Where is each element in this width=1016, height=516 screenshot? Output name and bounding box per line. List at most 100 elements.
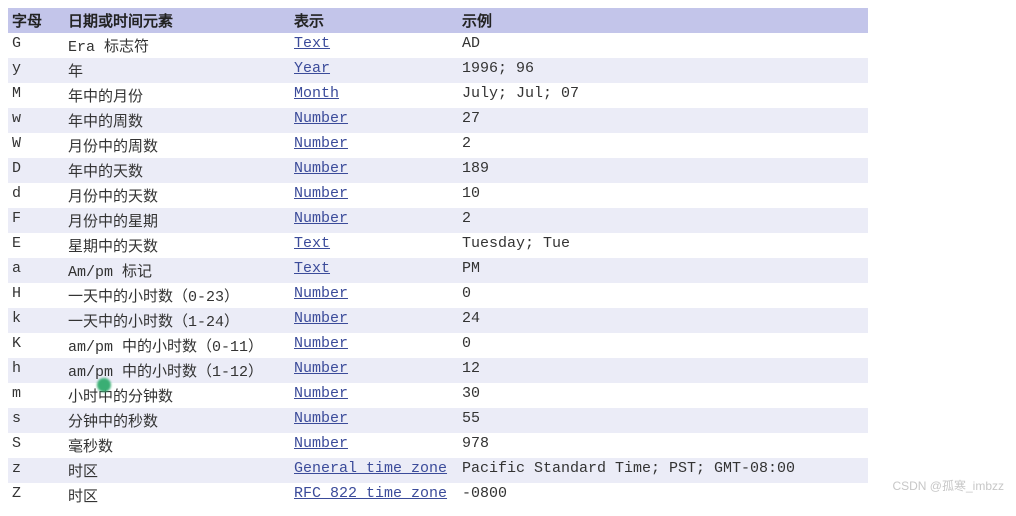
cell-letter: D	[8, 158, 64, 183]
cell-example: -0800	[458, 483, 868, 508]
cell-letter: k	[8, 308, 64, 333]
cell-letter: a	[8, 258, 64, 283]
cell-presentation: Text	[290, 258, 458, 283]
table-header-row: 字母 日期或时间元素 表示 示例	[8, 8, 868, 33]
cell-component: 年中的月份	[64, 83, 290, 108]
header-component: 日期或时间元素	[64, 8, 290, 33]
header-examples: 示例	[458, 8, 868, 33]
cell-presentation: Year	[290, 58, 458, 83]
table-row: W月份中的周数Number2	[8, 133, 868, 158]
cell-presentation: Month	[290, 83, 458, 108]
cell-component: 月份中的周数	[64, 133, 290, 158]
cell-example: 30	[458, 383, 868, 408]
cell-letter: F	[8, 208, 64, 233]
table-row: d月份中的天数Number 10	[8, 183, 868, 208]
presentation-link[interactable]: Number	[294, 385, 348, 402]
presentation-link[interactable]: Year	[294, 60, 330, 77]
cell-example: 12	[458, 358, 868, 383]
presentation-link[interactable]: Text	[294, 35, 330, 52]
cell-presentation: Number	[290, 358, 458, 383]
cell-letter: d	[8, 183, 64, 208]
table-row: Z时区RFC 822 time zone-0800	[8, 483, 868, 508]
presentation-link[interactable]: Number	[294, 285, 348, 302]
presentation-link[interactable]: Text	[294, 235, 330, 252]
cell-presentation: Number	[290, 133, 458, 158]
table-row: E星期中的天数TextTuesday; Tue	[8, 233, 868, 258]
cell-component: am/pm 中的小时数（0-11）	[64, 333, 290, 358]
table-row: Kam/pm 中的小时数（0-11）Number 0	[8, 333, 868, 358]
header-presentation: 表示	[290, 8, 458, 33]
cell-example: 189	[458, 158, 868, 183]
cell-presentation: Number	[290, 308, 458, 333]
table-row: D年中的天数Number 189	[8, 158, 868, 183]
presentation-link[interactable]: Number	[294, 310, 348, 327]
cell-component: 年中的天数	[64, 158, 290, 183]
presentation-link[interactable]: Number	[294, 110, 348, 127]
cell-letter: G	[8, 33, 64, 58]
cell-letter: s	[8, 408, 64, 433]
cell-letter: y	[8, 58, 64, 83]
cell-component: Era 标志符	[64, 33, 290, 58]
presentation-link[interactable]: Number	[294, 210, 348, 227]
presentation-link[interactable]: General time zone	[294, 460, 447, 477]
presentation-link[interactable]: Number	[294, 160, 348, 177]
cell-letter: z	[8, 458, 64, 483]
cell-letter: K	[8, 333, 64, 358]
cell-presentation: Number	[290, 108, 458, 133]
cell-component: 一天中的小时数（1-24）	[64, 308, 290, 333]
table-row: w年中的周数Number 27	[8, 108, 868, 133]
presentation-link[interactable]: RFC 822 time zone	[294, 485, 447, 502]
cell-letter: M	[8, 83, 64, 108]
cell-component: 星期中的天数	[64, 233, 290, 258]
cell-letter: W	[8, 133, 64, 158]
cell-letter: w	[8, 108, 64, 133]
cell-component: 年	[64, 58, 290, 83]
table-row: F月份中的星期Number 2	[8, 208, 868, 233]
table-row: M年中的月份Month July; Jul; 07	[8, 83, 868, 108]
table-row: s分钟中的秒数Number55	[8, 408, 868, 433]
cell-example: 24	[458, 308, 868, 333]
cell-presentation: RFC 822 time zone	[290, 483, 458, 508]
cell-example: 0	[458, 333, 868, 358]
cell-component: 月份中的星期	[64, 208, 290, 233]
cell-component: 时区	[64, 458, 290, 483]
cell-example: Pacific Standard Time; PST; GMT-08:00	[458, 458, 868, 483]
cell-presentation: Number	[290, 408, 458, 433]
cell-example: 27	[458, 108, 868, 133]
cell-presentation: Number	[290, 433, 458, 458]
cell-example: 2	[458, 208, 868, 233]
cell-presentation: Text	[290, 33, 458, 58]
table-row: aAm/pm 标记TextPM	[8, 258, 868, 283]
cell-component: 年中的周数	[64, 108, 290, 133]
cell-component: 一天中的小时数（0-23）	[64, 283, 290, 308]
cell-example: 10	[458, 183, 868, 208]
table-row: ham/pm 中的小时数（1-12）Number12	[8, 358, 868, 383]
presentation-link[interactable]: Number	[294, 135, 348, 152]
cell-example: July; Jul; 07	[458, 83, 868, 108]
presentation-link[interactable]: Number	[294, 335, 348, 352]
table-row: m小时中的分钟数Number30	[8, 383, 868, 408]
cell-letter: h	[8, 358, 64, 383]
presentation-link[interactable]: Text	[294, 260, 330, 277]
cell-presentation: Number	[290, 208, 458, 233]
presentation-link[interactable]: Number	[294, 435, 348, 452]
cell-example: 0	[458, 283, 868, 308]
table-row: GEra 标志符TextAD	[8, 33, 868, 58]
cell-component: 毫秒数	[64, 433, 290, 458]
table-row: k一天中的小时数（1-24）Number 24	[8, 308, 868, 333]
cell-example: PM	[458, 258, 868, 283]
presentation-link[interactable]: Number	[294, 410, 348, 427]
cell-example: 1996; 96	[458, 58, 868, 83]
table-row: S毫秒数Number978	[8, 433, 868, 458]
cell-component: 月份中的天数	[64, 183, 290, 208]
presentation-link[interactable]: Number	[294, 360, 348, 377]
cursor-dot-icon	[97, 378, 111, 392]
presentation-link[interactable]: Month	[294, 85, 339, 102]
cell-letter: m	[8, 383, 64, 408]
table-row: z时区General time zone Pacific Standard Tim…	[8, 458, 868, 483]
cell-component: 时区	[64, 483, 290, 508]
presentation-link[interactable]: Number	[294, 185, 348, 202]
cell-presentation: Number	[290, 283, 458, 308]
table-row: y年Year 1996; 96	[8, 58, 868, 83]
cell-example: 978	[458, 433, 868, 458]
